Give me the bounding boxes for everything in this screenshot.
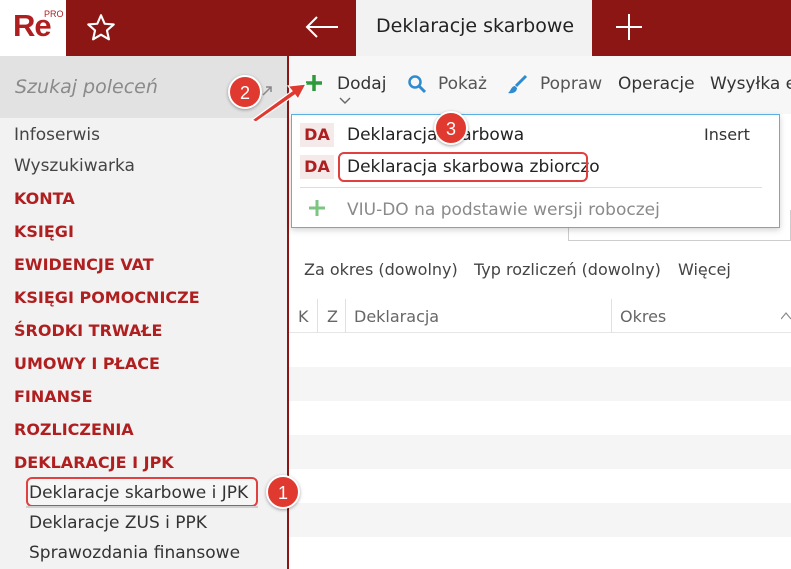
step-badge-2: 2 xyxy=(228,75,262,109)
table-row[interactable] xyxy=(289,333,791,367)
tab-deklaracje-skarbowe[interactable]: Deklaracje skarbowe xyxy=(356,0,592,56)
menu-separator xyxy=(300,187,762,188)
table-row[interactable] xyxy=(289,367,791,401)
table-row[interactable] xyxy=(289,537,791,569)
sidebar-item-deklaracje-i-jpk[interactable]: DEKLARACJE I JPK xyxy=(14,453,174,472)
operations-button[interactable]: Operacje xyxy=(618,74,695,94)
brush-icon[interactable] xyxy=(506,74,528,96)
chevron-down-icon[interactable] xyxy=(339,97,351,105)
sidebar-subitem-sprawozdania[interactable]: Sprawozdania finansowe xyxy=(29,543,240,563)
table-row[interactable] xyxy=(289,503,791,537)
filter-period[interactable]: Za okres (dowolny) xyxy=(304,260,458,279)
column-separator xyxy=(317,299,318,333)
column-z[interactable]: Z xyxy=(327,307,338,326)
filter-more[interactable]: Więcej xyxy=(678,260,731,279)
filter-settlement-type[interactable]: Typ rozliczeń (dowolny) xyxy=(474,260,661,279)
menu-item-viu-do[interactable]: VIU-DO na podstawie wersji roboczej xyxy=(347,200,660,220)
sidebar-item-infoserwis[interactable]: Infoserwis xyxy=(14,125,100,145)
sidebar-item-srodki-trwale[interactable]: ŚRODKI TRWAŁE xyxy=(14,321,162,340)
show-button[interactable]: Pokaż xyxy=(438,74,487,94)
logo-badge: PRO xyxy=(44,9,64,19)
column-separator xyxy=(345,299,346,333)
add-button[interactable]: Dodaj xyxy=(337,74,386,94)
edit-button[interactable]: Popraw xyxy=(540,74,602,94)
sidebar-subitem-deklaracje-skarbowe[interactable]: Deklaracje skarbowe i JPK xyxy=(29,483,248,503)
table-row[interactable] xyxy=(289,469,791,503)
sidebar-item-ewidencje-vat[interactable]: EWIDENCJE VAT xyxy=(14,255,154,274)
column-okres[interactable]: Okres xyxy=(620,307,666,326)
sidebar-subitem-deklaracje-zus[interactable]: Deklaracje ZUS i PPK xyxy=(29,513,207,533)
new-tab-plus-icon[interactable] xyxy=(612,10,646,44)
step-badge-1: 1 xyxy=(266,475,300,509)
doc-type-badge: DA xyxy=(300,123,334,147)
grid-header: K Z Deklaracja Okres xyxy=(289,299,791,333)
table-row[interactable] xyxy=(289,435,791,469)
sidebar-item-umowy-i-place[interactable]: UMOWY I PŁACE xyxy=(14,354,160,373)
electronic-send-button[interactable]: Wysyłka el xyxy=(710,74,791,94)
table-row[interactable] xyxy=(289,401,791,435)
sort-arrow-icon[interactable] xyxy=(781,312,791,320)
shortcut-insert: Insert xyxy=(704,125,750,144)
menu-item-highlight xyxy=(338,152,588,182)
step-badge-3: 3 xyxy=(434,111,468,145)
sidebar-item-ksiegi-pomocnicze[interactable]: KSIĘGI POMOCNICZE xyxy=(14,288,200,307)
doc-type-badge: DA xyxy=(300,155,334,179)
sidebar-item-rozliczenia[interactable]: ROZLICZENIA xyxy=(14,420,134,439)
nav-active-underline xyxy=(26,506,258,508)
search-icon[interactable] xyxy=(407,74,427,94)
favorite-star-icon[interactable] xyxy=(84,11,118,45)
tab-label: Deklaracje skarbowe xyxy=(376,15,575,37)
sidebar-item-ksiegi[interactable]: KSIĘGI xyxy=(14,222,74,241)
sidebar-item-finanse[interactable]: FINANSE xyxy=(14,387,93,406)
sidebar-item-wyszukiwarka[interactable]: Wyszukiwarka xyxy=(14,156,135,176)
add-dropdown-menu: DA Deklaracja skarbowa Insert DA Deklara… xyxy=(291,114,780,228)
column-separator xyxy=(611,299,612,333)
back-arrow-icon[interactable] xyxy=(302,10,342,44)
column-k[interactable]: K xyxy=(298,307,309,326)
add-plus-icon xyxy=(309,200,325,216)
column-deklaracja[interactable]: Deklaracja xyxy=(354,307,439,326)
sidebar-item-konta[interactable]: KONTA xyxy=(14,189,75,208)
app-logo[interactable]: Re PRO xyxy=(0,0,66,56)
